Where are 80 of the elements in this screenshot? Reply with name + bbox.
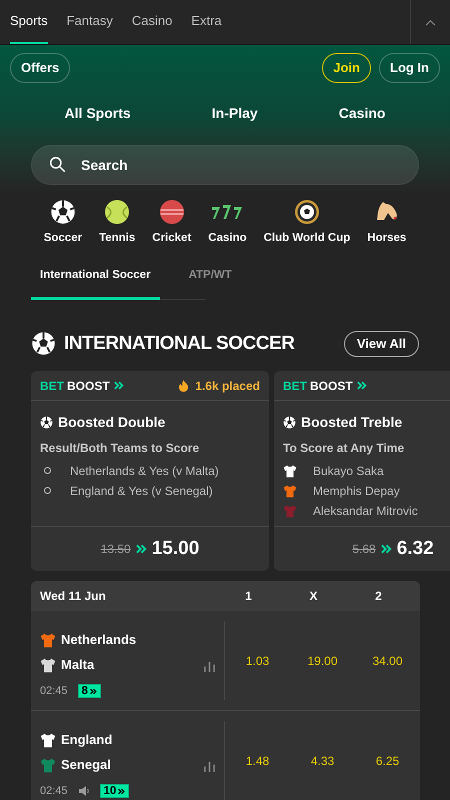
flame-icon: [178, 379, 190, 392]
boost-title: Boosted Double: [58, 413, 166, 432]
odds-button[interactable]: 4.33: [290, 752, 355, 770]
count-text: 8: [82, 684, 88, 699]
column-header: 2: [374, 588, 383, 605]
badge-text: BET: [40, 378, 64, 394]
kickoff-time: 02:45: [40, 784, 68, 799]
sub-tab[interactable]: ATP/WT: [180, 267, 241, 300]
team-name: Malta: [61, 656, 94, 674]
boost-count-badge[interactable]: 10: [100, 784, 130, 798]
kickoff-time: 02:45: [40, 684, 68, 699]
stats-icon: [204, 661, 215, 672]
double-chevron-icon: [136, 544, 147, 554]
badge-text: BOOST: [310, 378, 353, 394]
sport-link[interactable]: Casino: [208, 230, 247, 248]
selection-name: England & Yes (v Senegal): [70, 482, 213, 500]
match-date: Wed 11 Jun: [40, 588, 107, 605]
badge-text: BOOST: [67, 378, 110, 394]
selection-name: Aleksandar Mitrovic: [313, 502, 418, 520]
team-name: Senegal: [61, 756, 111, 774]
search-icon: [49, 156, 66, 173]
chevron-up-icon: [425, 18, 436, 26]
team-name: Netherlands: [61, 630, 136, 649]
sport-link[interactable]: Soccer: [44, 230, 82, 248]
odds-button[interactable]: 6.25: [355, 752, 420, 770]
slot-sevens-icon: [211, 202, 244, 222]
section-title: INTERNATIONAL SOCCER: [64, 332, 294, 356]
top-tab[interactable]: Extra: [191, 0, 222, 44]
double-chevron-icon: [114, 381, 124, 390]
top-tab[interactable]: Fantasy: [66, 0, 113, 44]
double-chevron-icon: [90, 688, 97, 695]
double-chevron-icon: [380, 544, 392, 554]
odds-button[interactable]: 34.00: [355, 652, 420, 670]
top-tab[interactable]: Casino: [132, 0, 172, 44]
medal-ball-icon: [294, 199, 320, 225]
nav-link[interactable]: Casino: [338, 102, 386, 124]
odds-button[interactable]: 19.00: [290, 652, 355, 670]
double-chevron-icon: [118, 788, 126, 795]
old-price: 13.50: [100, 541, 131, 558]
sub-tab[interactable]: International Soccer: [31, 267, 160, 300]
boosted-price[interactable]: 15.00: [152, 534, 200, 564]
market-name: To Score at Any Time: [283, 440, 406, 457]
selection-name: Bukayo Saka: [313, 462, 384, 480]
offers-button[interactable]: Offers: [10, 53, 70, 83]
odds-button[interactable]: 1.48: [225, 752, 290, 770]
selection-name: Netherlands & Yes (v Malta): [70, 462, 219, 480]
boosted-price[interactable]: 6.32: [396, 534, 434, 564]
nav-link[interactable]: In-Play: [212, 102, 258, 124]
bullet-icon: [44, 467, 51, 474]
boost-card[interactable]: BET BOOST 1.6k placed Boosted Double Result/Both Teams to Score Netherlands & Yes (v Malta) England & Yes (v Senegal) 13.50 15.00: [31, 371, 269, 571]
selection-name: Memphis Depay: [313, 482, 400, 500]
column-header: 1: [244, 588, 253, 605]
badge-text: BET: [283, 378, 307, 394]
boost-card[interactable]: BET BOOST Boosted Treble To Score at Any Time Bukayo Saka Memphis Depay Aleksandar Mitrovic 5.68 6.32: [274, 371, 450, 571]
soccer-ball-icon: [40, 416, 53, 429]
placed-count: 1.6k placed: [195, 378, 260, 394]
soccer-ball-icon: [283, 416, 296, 429]
soccer-ball-icon: [31, 331, 56, 356]
sport-link[interactable]: Tennis: [99, 230, 136, 248]
boost-count-badge[interactable]: 8: [78, 684, 101, 698]
team-name: England: [61, 730, 112, 749]
double-chevron-icon: [356, 381, 367, 390]
bullet-icon: [44, 487, 51, 494]
odds-button[interactable]: 1.03: [225, 652, 290, 670]
sport-link[interactable]: Club World Cup: [264, 230, 350, 248]
nav-link[interactable]: All Sports: [64, 102, 131, 124]
stats-icon: [204, 761, 215, 772]
soccer-ball-icon: [50, 199, 76, 225]
old-price: 5.68: [352, 541, 376, 558]
count-text: 10: [104, 784, 116, 799]
boost-title: Boosted Treble: [301, 413, 402, 432]
view-all-button[interactable]: View All: [344, 330, 419, 357]
tennis-ball-icon: [104, 199, 130, 225]
column-header: X: [308, 588, 318, 605]
sport-link[interactable]: Cricket: [152, 230, 192, 248]
market-name: Result/Both Teams to Score: [40, 440, 200, 457]
join-button[interactable]: Join: [322, 53, 371, 83]
sport-link[interactable]: Horses: [367, 230, 406, 248]
cricket-ball-icon: [158, 199, 185, 225]
login-button[interactable]: Log In: [379, 53, 440, 83]
